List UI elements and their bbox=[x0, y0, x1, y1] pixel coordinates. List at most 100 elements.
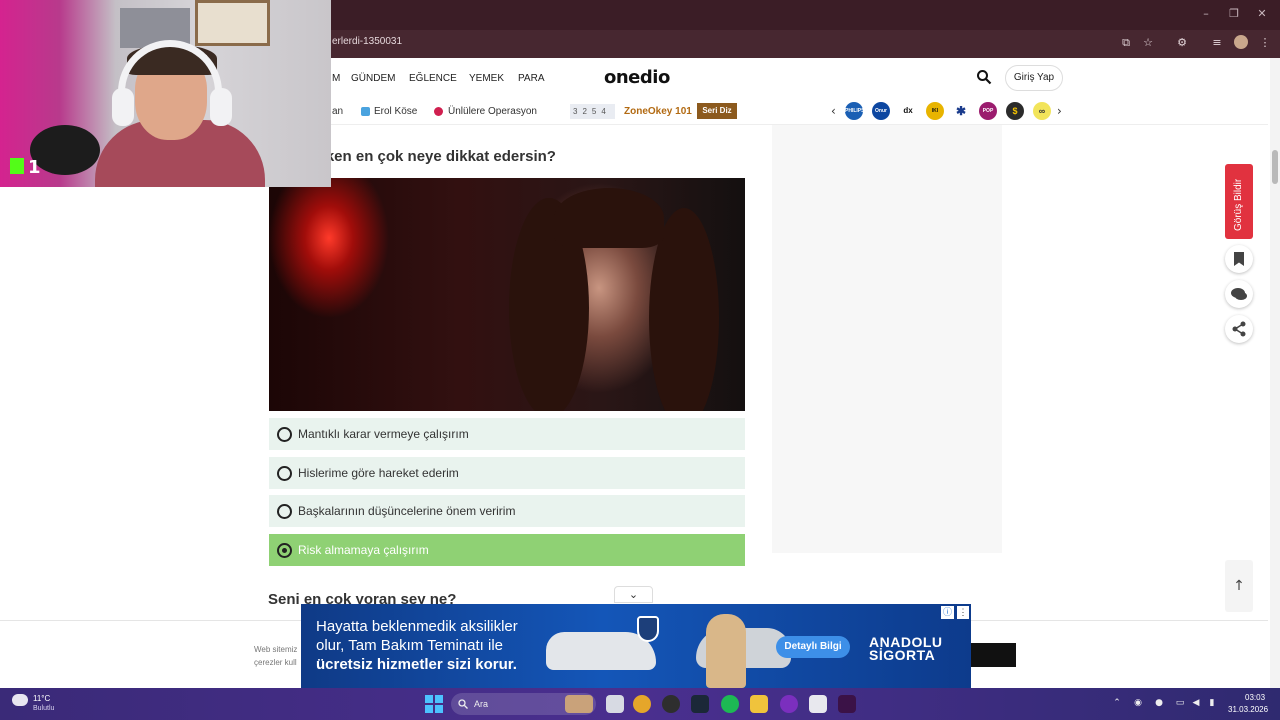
bookmark-button[interactable] bbox=[1225, 245, 1253, 273]
app-icon[interactable] bbox=[838, 695, 856, 713]
task-view-icon[interactable] bbox=[606, 695, 624, 713]
nav-item-gundem[interactable]: GÜNDEM bbox=[351, 73, 395, 84]
ad-text-line: olur, Tam Bakım Teminatı ile bbox=[316, 637, 504, 654]
headphone-cup bbox=[210, 88, 232, 126]
share-button[interactable] bbox=[1225, 315, 1253, 343]
weather-desc[interactable]: Bulutlu bbox=[33, 705, 54, 712]
search-highlight-icon bbox=[565, 695, 593, 713]
radio-selected-icon[interactable] bbox=[277, 543, 292, 558]
tray-chevron-icon[interactable]: ⌃ bbox=[1111, 697, 1123, 709]
search-icon[interactable] bbox=[976, 69, 992, 85]
cookie-text-line: Web sitemiz bbox=[254, 645, 298, 654]
cloud-icon[interactable] bbox=[12, 694, 28, 706]
comments-button[interactable] bbox=[1225, 280, 1253, 308]
store-icon[interactable] bbox=[809, 695, 827, 713]
battery-icon[interactable]: ▮ bbox=[1206, 697, 1218, 709]
chevron-down-icon: ⌄ bbox=[628, 588, 639, 601]
answer-option-label: Risk almamaya çalışırım bbox=[298, 543, 429, 557]
feedback-button[interactable]: Görüş Bildir bbox=[1225, 164, 1253, 239]
spotify-icon[interactable] bbox=[721, 695, 739, 713]
ad-info-icon[interactable]: ⓘ bbox=[941, 606, 954, 619]
ad-cta-button[interactable]: Detaylı Bilgi bbox=[776, 636, 850, 658]
brand-onur-icon[interactable]: Onur bbox=[872, 102, 890, 120]
profile-avatar[interactable] bbox=[1234, 35, 1248, 49]
site-logo[interactable]: onedio bbox=[604, 67, 670, 88]
start-button[interactable] bbox=[425, 695, 443, 713]
webcam-overlay: 1 bbox=[0, 0, 331, 187]
close-window-button[interactable]: ✕ bbox=[1252, 6, 1272, 22]
search-icon bbox=[458, 699, 468, 709]
nav-item-yemek[interactable]: YEMEK bbox=[469, 73, 504, 84]
subnav-item-erol-kose[interactable]: Erol Köse bbox=[374, 106, 417, 117]
subnav-item-unlulere-operasyon[interactable]: Ünlülere Operasyon bbox=[448, 106, 537, 117]
zone-number-tiles[interactable]: 3254 bbox=[570, 104, 615, 119]
nav-item-para[interactable]: PARA bbox=[518, 73, 545, 84]
install-icon[interactable]: ⧉ bbox=[1117, 34, 1135, 52]
headphone-cup bbox=[112, 88, 134, 126]
scrollbar-thumb[interactable] bbox=[1272, 150, 1278, 184]
tv-icon bbox=[361, 107, 370, 116]
extensions-icon[interactable]: ⚙ bbox=[1173, 34, 1191, 52]
ad-options-icon[interactable]: ⋮ bbox=[957, 606, 969, 619]
weather-temp[interactable]: 11°C bbox=[33, 694, 50, 703]
brand-iki-icon[interactable]: IKI bbox=[926, 102, 944, 120]
minimize-button[interactable]: – bbox=[1196, 6, 1216, 22]
radio-icon[interactable] bbox=[277, 466, 292, 481]
app-icon[interactable] bbox=[780, 695, 798, 713]
chrome-icon[interactable] bbox=[633, 695, 651, 713]
url-text[interactable]: erlerdi-1350031 bbox=[332, 36, 402, 47]
maximize-button[interactable]: ❐ bbox=[1224, 6, 1244, 22]
subnav-item-partial[interactable]: an bbox=[332, 106, 343, 117]
radio-icon[interactable] bbox=[277, 427, 292, 442]
clock-time[interactable]: 03:03 bbox=[1245, 693, 1265, 702]
search-label[interactable]: Ara bbox=[474, 699, 488, 709]
brand-infinity-icon[interactable]: ∞ bbox=[1033, 102, 1051, 120]
comments-icon bbox=[1231, 288, 1247, 300]
brand-philips-icon[interactable]: PHILIPS bbox=[845, 102, 864, 120]
seri-diz-badge[interactable]: Seri Diz bbox=[697, 103, 737, 119]
clock-date[interactable]: 31.03.2026 bbox=[1228, 705, 1268, 714]
tray-app-icon[interactable]: ◉ bbox=[1132, 697, 1144, 709]
brand-pop-icon[interactable]: POP bbox=[979, 102, 997, 120]
answer-option-2[interactable]: Hislerime göre hareket ederim bbox=[269, 457, 745, 489]
answer-option-label: Mantıklı karar vermeye çalışırım bbox=[298, 427, 469, 441]
brand-dx-icon[interactable]: dx bbox=[899, 102, 917, 120]
cookie-text-line: çerezler kull bbox=[254, 658, 297, 667]
file-explorer-icon[interactable] bbox=[750, 695, 768, 713]
volume-icon[interactable]: ◀ bbox=[1190, 697, 1202, 709]
brand-dollar-icon[interactable]: $ bbox=[1006, 102, 1024, 120]
question-image bbox=[269, 178, 745, 411]
nav-item-m[interactable]: M bbox=[332, 73, 340, 84]
feedback-label: Görüş Bildir bbox=[1233, 178, 1244, 231]
nav-item-eglence[interactable]: EĞLENCE bbox=[409, 73, 457, 84]
collapse-ad-button[interactable]: ⌄ bbox=[614, 586, 653, 603]
steam-icon[interactable] bbox=[691, 695, 709, 713]
bookmark-star-icon[interactable]: ☆ bbox=[1139, 34, 1157, 52]
github-icon[interactable] bbox=[662, 695, 680, 713]
microphone-icon[interactable]: ● bbox=[1153, 697, 1165, 709]
answer-option-4-selected[interactable]: Risk almamaya çalışırım bbox=[269, 534, 745, 566]
scroll-to-top-button[interactable]: ↑ bbox=[1225, 560, 1253, 612]
media-icon[interactable]: ≡ bbox=[1208, 34, 1226, 52]
banner-ad[interactable]: Hayatta beklenmedik aksilikler olur, Tam… bbox=[301, 604, 971, 688]
chevron-left-icon[interactable]: ‹ bbox=[831, 104, 836, 118]
login-button[interactable]: Giriş Yap bbox=[1005, 65, 1063, 91]
brand-star-icon[interactable]: ✱ bbox=[952, 102, 970, 120]
radio-icon[interactable] bbox=[277, 504, 292, 519]
ad-brand-text: SİGORTA bbox=[869, 647, 936, 663]
ad-text-line: ücretsiz hizmetler sizi korur. bbox=[316, 656, 517, 673]
cookie-text: Web sitemiz çerezler kull bbox=[254, 643, 302, 669]
bookmark-icon bbox=[1234, 252, 1244, 266]
dot-icon bbox=[434, 107, 443, 116]
chevron-right-icon[interactable]: › bbox=[1057, 104, 1062, 118]
answer-option-1[interactable]: Mantıklı karar vermeye çalışırım bbox=[269, 418, 745, 450]
network-icon[interactable]: ▭ bbox=[1174, 697, 1186, 709]
ad-text-line: Hayatta beklenmedik aksilikler bbox=[316, 618, 518, 635]
kick-logo-icon bbox=[10, 158, 24, 174]
menu-kebab-icon[interactable]: ⋮ bbox=[1256, 34, 1274, 52]
ad-person-image bbox=[706, 614, 746, 688]
question-title: rken en çok neye dikkat edersin? bbox=[320, 148, 556, 165]
share-icon bbox=[1232, 321, 1246, 337]
zoneokey-label[interactable]: ZoneOkey 101 bbox=[624, 106, 692, 117]
answer-option-3[interactable]: Başkalarının düşüncelerine önem veririm bbox=[269, 495, 745, 527]
